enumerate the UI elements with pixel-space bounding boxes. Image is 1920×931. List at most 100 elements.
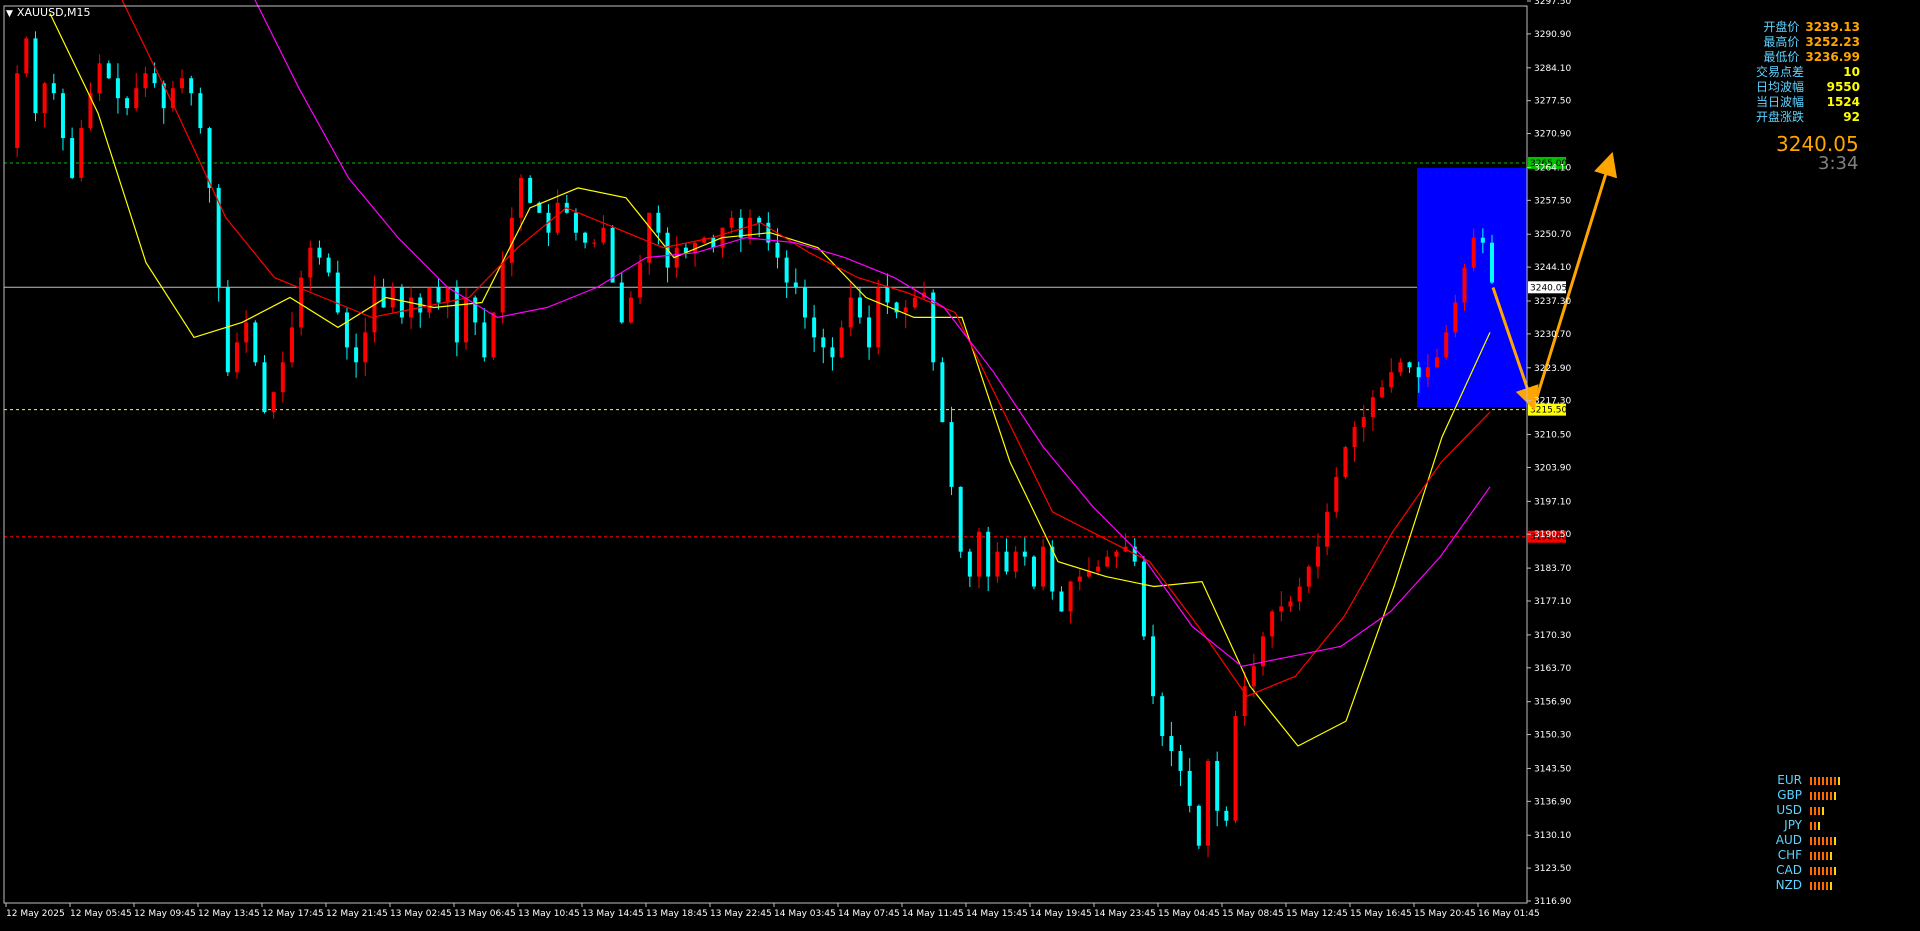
candle-body bbox=[1105, 556, 1110, 567]
candle bbox=[24, 36, 29, 78]
candle-body bbox=[857, 297, 862, 318]
candle-body bbox=[445, 287, 450, 303]
candle-body bbox=[1169, 736, 1174, 751]
strength-bar bbox=[1822, 866, 1824, 875]
candle-body bbox=[24, 38, 29, 74]
candle-body bbox=[1315, 546, 1320, 567]
y-tick-label: 3156.90 bbox=[1534, 698, 1571, 708]
currency-code: CHF bbox=[1777, 848, 1802, 862]
chart-window[interactable]: 3265.00 3240.05 3215.50 3190.00 3297.50 3290… bbox=[0, 0, 1920, 927]
strength-bar bbox=[1810, 851, 1812, 860]
candle-body bbox=[280, 362, 285, 393]
candle bbox=[262, 355, 267, 414]
x-tick-label: 13 May 10:45 bbox=[518, 909, 580, 919]
candle-body bbox=[317, 247, 322, 258]
candle-body bbox=[1004, 551, 1009, 572]
info-value: 3236.99 bbox=[1805, 50, 1860, 64]
candle bbox=[1151, 624, 1156, 705]
strength-bar bbox=[1830, 776, 1832, 785]
candle bbox=[225, 280, 230, 377]
strength-bars bbox=[1810, 806, 1824, 815]
candle bbox=[253, 320, 258, 366]
candle-body bbox=[51, 83, 56, 94]
strength-bar bbox=[1818, 821, 1820, 830]
info-value: 9550 bbox=[1826, 80, 1860, 94]
price-level-label: 3215.50 bbox=[1530, 406, 1567, 416]
candle-body bbox=[885, 287, 890, 303]
strength-bar bbox=[1834, 791, 1836, 800]
candle-body bbox=[1306, 566, 1311, 587]
candle bbox=[1206, 758, 1211, 858]
y-tick-label: 3284.10 bbox=[1534, 64, 1571, 74]
candle-body bbox=[729, 217, 734, 228]
candle bbox=[491, 312, 496, 360]
candle-body bbox=[784, 257, 789, 283]
strength-bar bbox=[1822, 791, 1824, 800]
x-tick-label: 14 May 07:45 bbox=[838, 909, 900, 919]
currency-row: AUD bbox=[1766, 833, 1840, 848]
x-tick-label: 13 May 02:45 bbox=[390, 909, 452, 919]
x-tick-label: 14 May 11:45 bbox=[902, 909, 964, 919]
currency-row: USD bbox=[1766, 803, 1840, 818]
info-value: 3239.13 bbox=[1805, 20, 1860, 34]
x-tick-label: 13 May 06:45 bbox=[454, 909, 516, 919]
strength-bar bbox=[1826, 866, 1828, 875]
candle-body bbox=[775, 242, 780, 258]
candle-body bbox=[42, 83, 47, 114]
strength-bar bbox=[1822, 776, 1824, 785]
candle-body bbox=[308, 247, 313, 278]
candle-body bbox=[198, 93, 203, 129]
strength-bars bbox=[1810, 851, 1832, 860]
strength-bar bbox=[1810, 776, 1812, 785]
symbol-title[interactable]: ▼ XAUUSD,M15 bbox=[6, 6, 91, 19]
candle-body bbox=[106, 63, 111, 79]
x-tick-label: 15 May 16:45 bbox=[1350, 909, 1412, 919]
candle-body bbox=[253, 322, 258, 363]
candle-body bbox=[372, 287, 377, 333]
strength-bar bbox=[1830, 881, 1832, 890]
currency-row: CHF bbox=[1766, 848, 1840, 863]
candle-body bbox=[436, 287, 441, 303]
dropdown-triangle-icon[interactable]: ▼ bbox=[6, 9, 13, 19]
y-tick-label: 3290.90 bbox=[1534, 30, 1571, 40]
candle bbox=[528, 175, 533, 204]
strength-bar bbox=[1822, 806, 1824, 815]
candle-body bbox=[1086, 571, 1091, 577]
candle-body bbox=[1178, 751, 1183, 771]
candle-body bbox=[583, 232, 588, 243]
strength-bars bbox=[1810, 836, 1836, 845]
info-value: 3252.23 bbox=[1805, 35, 1860, 49]
candlestick-chart[interactable]: 3265.003240.053215.503190.00 3297.503290… bbox=[0, 0, 1920, 927]
y-tick-label: 3217.30 bbox=[1534, 397, 1571, 407]
candle-body bbox=[15, 73, 20, 149]
candle-body bbox=[821, 337, 826, 348]
candle-body bbox=[812, 317, 817, 338]
y-tick-label: 3277.50 bbox=[1534, 97, 1571, 107]
strength-bar bbox=[1826, 836, 1828, 845]
candle bbox=[1031, 555, 1036, 590]
currency-code: CAD bbox=[1776, 863, 1802, 877]
candle-body bbox=[1380, 387, 1385, 398]
info-label: 开盘价 bbox=[1763, 20, 1800, 34]
candle-body bbox=[399, 287, 404, 318]
candle-body bbox=[949, 422, 954, 487]
x-tick-label: 14 May 15:45 bbox=[966, 909, 1028, 919]
candle-body bbox=[1407, 362, 1412, 368]
candle-body bbox=[344, 312, 349, 348]
candle-body bbox=[1480, 237, 1485, 243]
strength-bars bbox=[1810, 881, 1832, 890]
y-tick-label: 3190.50 bbox=[1534, 530, 1571, 540]
candle-body bbox=[518, 177, 523, 218]
strength-bar bbox=[1814, 821, 1816, 830]
chart-background bbox=[0, 0, 1920, 927]
candle-body bbox=[1059, 591, 1064, 612]
strength-bars bbox=[1810, 866, 1836, 875]
candle bbox=[1233, 710, 1238, 824]
strength-bar bbox=[1814, 836, 1816, 845]
candle-body bbox=[299, 277, 304, 328]
candle-body bbox=[1270, 611, 1275, 637]
candle-body bbox=[1187, 770, 1192, 806]
info-value: 1524 bbox=[1826, 95, 1860, 109]
candle-body bbox=[1031, 556, 1036, 587]
strength-bar bbox=[1814, 881, 1816, 890]
